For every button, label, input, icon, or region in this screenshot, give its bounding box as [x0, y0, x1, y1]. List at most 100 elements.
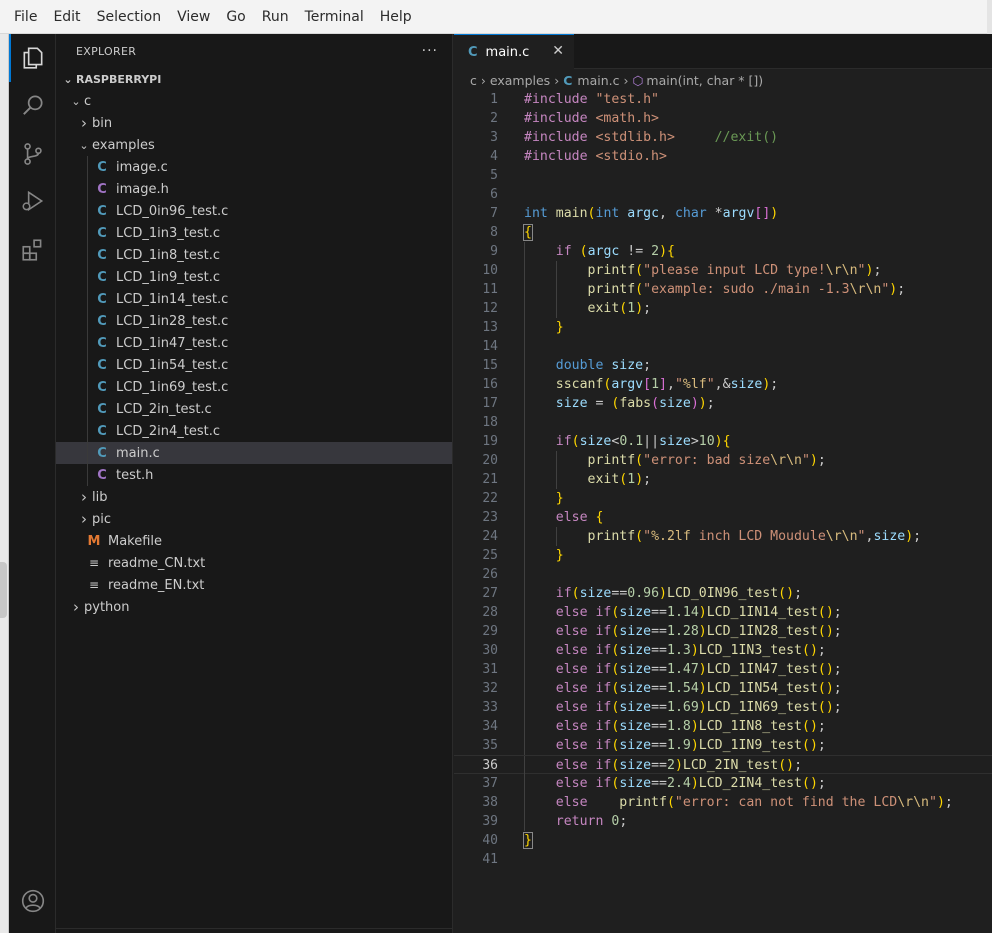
code-line[interactable]: 34 else if(size==1.8)LCD_1IN8_test(); — [454, 717, 992, 736]
tree-item[interactable]: M Makefile — [56, 530, 452, 552]
code-line[interactable]: 32 else if(size==1.54)LCD_1IN54_test(); — [454, 679, 992, 698]
code-editor[interactable]: 1 #include "test.h" 2 #include <math.h> 3 #in… — [454, 90, 992, 869]
tree-item[interactable]: C LCD_0in96_test.c — [56, 200, 452, 222]
code-line[interactable]: 9 if (argc != 2){ — [454, 242, 992, 261]
c-file-icon: C — [563, 72, 573, 88]
tree-item[interactable]: Cimage.h — [56, 178, 452, 200]
tree-item[interactable]: ⌄ examples — [56, 134, 452, 156]
code-text: #include <math.h> — [524, 111, 660, 126]
code-line[interactable]: 40} — [454, 831, 992, 850]
code-text: else if(size==1.47)LCD_1IN47_test(); — [555, 662, 842, 677]
code-line[interactable]: 37 else if(size==2.4)LCD_2IN4_test(); — [454, 774, 992, 793]
code-line[interactable]: 17 size = (fabs(size)); — [454, 394, 992, 413]
tree-item[interactable]: C LCD_1in9_test.c — [56, 266, 452, 288]
tree-item[interactable]: C LCD_2in_test.c — [56, 398, 452, 420]
code-line[interactable]: 31 else if(size==1.47)LCD_1IN47_test(); — [454, 660, 992, 679]
tree-item[interactable]: C LCD_2in4_test.c — [56, 420, 452, 442]
code-line[interactable]: 20 printf("error: bad size\r\n"); — [454, 451, 992, 470]
tab-bar: C main.c ✕ — [454, 34, 992, 69]
code-line[interactable]: 29 else if(size==1.28)LCD_1IN28_test(); — [454, 622, 992, 641]
tree-item[interactable]: › lib — [56, 486, 452, 508]
line-number: 21 — [482, 472, 498, 487]
tree-item-label: LCD_1in3_test.c — [116, 225, 220, 241]
code-line[interactable]: 36 else if(size==2)LCD_2IN_test(); — [454, 755, 992, 775]
code-line[interactable]: 27 if(size==0.96)LCD_0IN96_test(); — [454, 584, 992, 603]
code-line[interactable]: 35 else if(size==1.9)LCD_1IN9_test(); — [454, 736, 992, 755]
menu-file[interactable]: File — [6, 5, 45, 29]
code-line[interactable]: 7 int main(int argc, char *argv[]) — [454, 204, 992, 223]
tree-item-label: LCD_1in14_test.c — [116, 291, 229, 307]
tree-item[interactable]: C LCD_1in8_test.c — [56, 244, 452, 266]
more-actions-icon[interactable]: ··· — [422, 43, 438, 59]
code-line[interactable]: 4 #include <stdio.h> — [454, 147, 992, 166]
tree-item[interactable]: C LCD_1in28_test.c — [56, 310, 452, 332]
line-number: 17 — [482, 396, 498, 411]
tree-item[interactable]: C LCD_1in69_test.c — [56, 376, 452, 398]
code-line[interactable]: 28 else if(size==1.14)LCD_1IN14_test(); — [454, 603, 992, 622]
code-line[interactable]: 1 #include "test.h" — [454, 90, 992, 109]
code-line[interactable]: 10 printf("please input LCD type!\r\n"); — [454, 261, 992, 280]
c-file-icon: C — [97, 225, 107, 241]
activity-search[interactable] — [9, 81, 56, 129]
tree-item[interactable]: C LCD_1in47_test.c — [56, 332, 452, 354]
code-line[interactable]: 16 sscanf(argv[1],"%lf",&size); — [454, 375, 992, 394]
code-line[interactable]: 15 double size; — [454, 356, 992, 375]
tree-item[interactable]: Cimage.c — [56, 156, 452, 178]
code-line[interactable]: 33 else if(size==1.69)LCD_1IN69_test(); — [454, 698, 992, 717]
code-line[interactable]: 13 } — [454, 318, 992, 337]
code-line[interactable]: 41 — [454, 850, 992, 869]
code-line[interactable]: 12 exit(1); — [454, 299, 992, 318]
code-line[interactable]: 14 — [454, 337, 992, 356]
code-line[interactable]: 22 } — [454, 489, 992, 508]
tree-item[interactable]: › python — [56, 596, 452, 618]
breadcrumb-symbol[interactable]: main(int, char * []) — [646, 73, 763, 88]
tree-item[interactable]: ≡ readme_EN.txt — [56, 574, 452, 596]
tree-item[interactable]: › pic — [56, 508, 452, 530]
code-line[interactable]: 30 else if(size==1.3)LCD_1IN3_test(); — [454, 641, 992, 660]
code-line[interactable]: 26 — [454, 565, 992, 584]
tree-item[interactable]: Ctest.h — [56, 464, 452, 486]
workspace-root[interactable]: ⌄ RASPBERRYPI — [56, 68, 452, 90]
tab-main-c[interactable]: C main.c ✕ — [454, 34, 574, 69]
tree-item[interactable]: ⌄ c — [56, 90, 452, 112]
code-line[interactable]: 2 #include <math.h> — [454, 109, 992, 128]
menu-edit[interactable]: Edit — [45, 5, 88, 29]
close-icon[interactable]: ✕ — [552, 43, 564, 59]
menu-go[interactable]: Go — [218, 5, 253, 29]
code-line[interactable]: 39 return 0; — [454, 812, 992, 831]
activity-source-control[interactable] — [9, 130, 56, 178]
activity-extensions[interactable] — [9, 226, 56, 274]
tree-item[interactable]: › bin — [56, 112, 452, 134]
activity-account[interactable] — [9, 877, 56, 925]
tree-item[interactable]: Cmain.c — [56, 442, 452, 464]
breadcrumb-folder-c[interactable]: c — [470, 73, 477, 88]
code-line[interactable]: 11 printf("example: sudo ./main -1.3\r\n… — [454, 280, 992, 299]
code-line[interactable]: 6 — [454, 185, 992, 204]
menu-selection[interactable]: Selection — [89, 5, 170, 29]
c-file-icon: C — [97, 379, 107, 395]
code-line[interactable]: 23 else { — [454, 508, 992, 527]
menu-view[interactable]: View — [169, 5, 218, 29]
breadcrumb-folder-examples[interactable]: examples — [490, 73, 550, 88]
code-line[interactable]: 25 } — [454, 546, 992, 565]
tree-item[interactable]: C LCD_1in54_test.c — [56, 354, 452, 376]
menu-help[interactable]: Help — [372, 5, 420, 29]
activity-run-debug[interactable] — [9, 177, 56, 225]
code-line[interactable]: 21 exit(1); — [454, 470, 992, 489]
code-line[interactable]: 18 — [454, 413, 992, 432]
line-number: 4 — [490, 149, 498, 164]
tree-item[interactable]: C LCD_1in14_test.c — [56, 288, 452, 310]
code-line[interactable]: 24 printf("%.2lf inch LCD Moudule\r\n",s… — [454, 527, 992, 546]
activity-explorer[interactable] — [9, 34, 56, 82]
code-line[interactable]: 8{ — [454, 223, 992, 242]
tree-item[interactable]: C LCD_1in3_test.c — [56, 222, 452, 244]
menu-terminal[interactable]: Terminal — [297, 5, 372, 29]
breadcrumb-file[interactable]: main.c — [577, 73, 619, 88]
code-line[interactable]: 19 if(size<0.1||size>10){ — [454, 432, 992, 451]
code-line[interactable]: 5 — [454, 166, 992, 185]
tree-item[interactable]: ≡ readme_CN.txt — [56, 552, 452, 574]
indent-guide — [524, 565, 525, 584]
code-line[interactable]: 38 else printf("error: can not find the … — [454, 793, 992, 812]
code-line[interactable]: 3 #include <stdlib.h> //exit() — [454, 128, 992, 147]
menu-run[interactable]: Run — [254, 5, 297, 29]
